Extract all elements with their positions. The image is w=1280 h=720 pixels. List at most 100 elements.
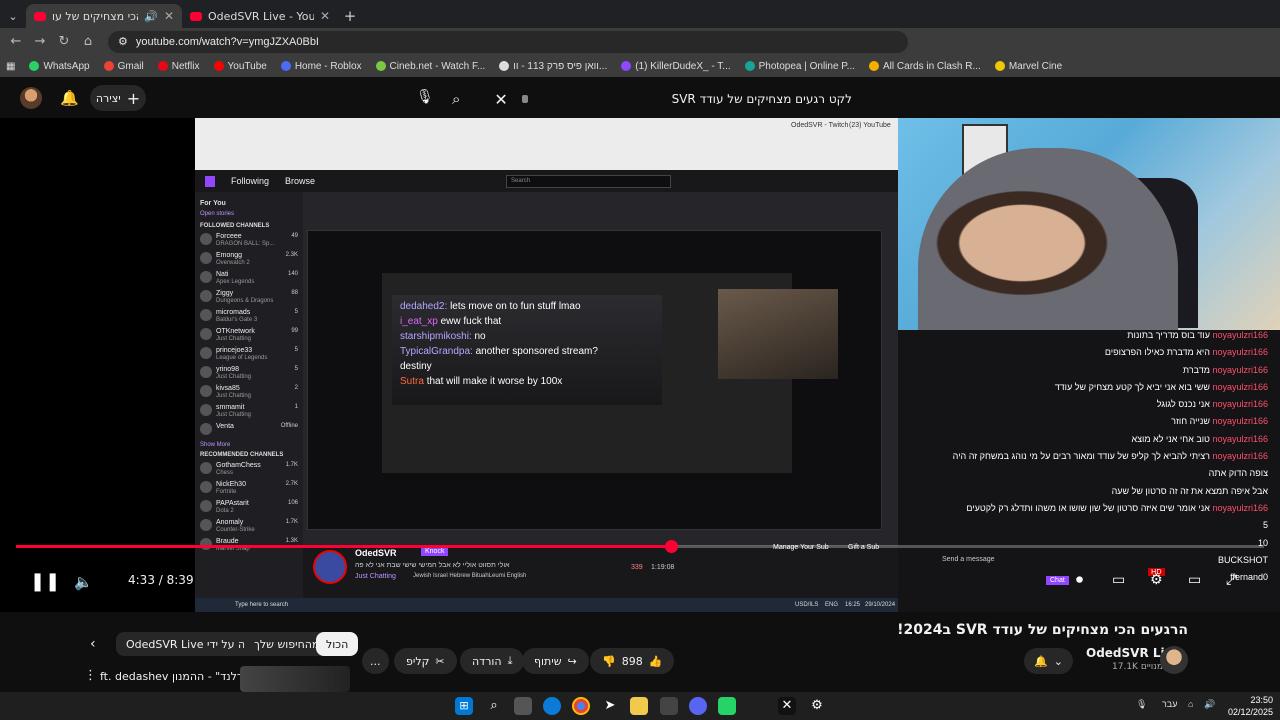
whatsapp-icon — [29, 61, 40, 71]
bookmark-photopea[interactable]: Photopea | Online P... — [744, 61, 855, 72]
inner-channel-viewers: 99 — [291, 328, 298, 334]
video-player[interactable]: OdedSVR - Twitch (23) YouTube Following … — [0, 118, 1280, 660]
system-clock[interactable]: 23:50 02/12/2025 — [1228, 694, 1273, 718]
bookmark-onepiece[interactable]: וואן פיס פרק 113 - וו... — [499, 61, 607, 72]
overlay-chat-text: BUCKSHOT — [1217, 554, 1268, 565]
input-language[interactable]: עבר — [1162, 699, 1177, 709]
chrome-icon[interactable] — [572, 697, 590, 715]
back-icon[interactable]: ← — [6, 34, 26, 49]
keyboard-icon[interactable] — [521, 95, 528, 103]
tray-network-icon[interactable]: ⌂ — [1188, 699, 1193, 709]
like-dislike-button[interactable]: 👎 898 👍 — [590, 648, 675, 674]
forward-icon[interactable]: → — [30, 34, 50, 49]
tray-mic-icon[interactable]: 🎙 — [1136, 699, 1147, 710]
speaker-icon[interactable]: 🔊 — [144, 10, 158, 23]
search-icon[interactable]: ⌕ — [452, 90, 460, 108]
bookmark-clashroyale[interactable]: All Cards in Clash R... — [869, 61, 981, 72]
address-bar[interactable]: ⚙ youtube.com/watch?v=ymgJZXA0BbI — [108, 30, 908, 53]
bookmark-gmail[interactable]: Gmail — [103, 61, 144, 72]
clear-search-icon[interactable]: ✕ — [494, 90, 507, 109]
share-button[interactable]: שיתוף ↪ — [522, 648, 589, 674]
tab-search-icon[interactable]: ⌄ — [0, 4, 26, 28]
fullscreen-icon[interactable]: ⤢ — [1226, 572, 1237, 588]
inner-search-box: Search — [506, 174, 672, 188]
bookmark-cineb[interactable]: Cineb.net - Watch F... — [375, 61, 485, 72]
new-tab-button[interactable]: + — [338, 4, 362, 28]
bookmark-killerdudex[interactable]: (1) KillerDudeX_ - T... — [621, 61, 731, 72]
search-query: לקט רגעים מצחיקים של עודד SVR — [671, 92, 852, 106]
clip-button[interactable]: קליפ ✂ — [394, 648, 457, 674]
tab-close-icon[interactable]: ✕ — [164, 9, 174, 23]
inner-chat-user: starshipmikoshi: — [400, 331, 472, 342]
account-avatar[interactable] — [20, 87, 42, 109]
inner-channel-info: Ziggy Dungeons & Dragons — [216, 290, 287, 304]
volume-icon[interactable]: 🔈 — [74, 573, 93, 591]
inner-channel-name: smmamit — [216, 404, 245, 411]
download-button[interactable]: הורדה ⤓ — [460, 648, 525, 674]
chips-scroll-left-icon[interactable]: ‹ — [90, 636, 96, 652]
windows-start-icon[interactable]: ⊞ — [455, 697, 473, 715]
bell-icon: 🔔 — [1034, 654, 1048, 668]
inner-channel-name: GothamChess — [216, 462, 261, 469]
edge-icon[interactable] — [543, 697, 561, 715]
taskbar-search-icon[interactable]: ⌕ — [485, 697, 503, 715]
bookmark-whatsapp[interactable]: WhatsApp — [29, 61, 90, 72]
telegram-icon[interactable]: ➤ — [601, 697, 619, 715]
chat-overlay: noyayulzri166 עוד בוס מדריך בתונות noyayu… — [898, 330, 1280, 660]
channel-avatar[interactable] — [1160, 646, 1188, 674]
subtitles-icon[interactable]: ▭ — [1112, 572, 1125, 588]
inner-channel-row: Anomaly Counter-Strike 1.7K — [200, 519, 298, 538]
browser-tab-active[interactable]: הרגעים הכי מצחיקים של עו 🔊 ✕ — [26, 4, 182, 28]
more-actions-button[interactable]: ... — [362, 648, 389, 674]
inner-channel-game: League of Legends — [216, 355, 268, 361]
current-time: 4:33 — [128, 573, 155, 587]
whatsapp-taskbar-icon[interactable] — [718, 697, 736, 715]
inner-channel-game: Counter-Strike — [216, 527, 255, 533]
rec-menu-icon[interactable]: ⋮ — [84, 668, 97, 683]
app-icon[interactable]: ⚙ — [808, 697, 826, 715]
dislike-icon[interactable]: 👎 — [602, 655, 616, 668]
bookmark-marvel[interactable]: Marvel Cine — [994, 61, 1062, 72]
capcut-icon[interactable]: ✕ — [778, 697, 796, 715]
reload-icon[interactable]: ↻ — [54, 34, 74, 49]
apps-grid-icon[interactable]: ▦ — [6, 61, 15, 72]
theater-mode-icon[interactable]: ▭ — [1188, 572, 1201, 588]
voice-search-icon[interactable]: 🎙 — [416, 89, 434, 105]
site-info-icon[interactable]: ⚙ — [118, 35, 128, 48]
subscription-bell-button[interactable]: 🔔 ⌄ — [1024, 648, 1073, 674]
video-title: הרגעים הכי מצחיקים של עודד SVR ב2024! — [897, 622, 1188, 638]
inner-main-area: dedahed2: lets move on to fun stuff lmao… — [303, 192, 898, 598]
search-input[interactable]: ⌕ ✕ לקט רגעים מצחיקים של עודד SVR — [452, 85, 852, 113]
steam-icon[interactable] — [660, 697, 678, 715]
inner-currency: USD/ILS — [795, 602, 819, 608]
file-explorer-icon[interactable] — [630, 697, 648, 715]
bookmark-youtube[interactable]: YouTube — [213, 60, 267, 72]
like-icon[interactable]: 👍 — [649, 655, 663, 668]
bookmark-roblox[interactable]: Home - Roblox — [280, 61, 362, 72]
chip-all[interactable]: הכול — [316, 632, 359, 656]
inner-tab-twitch: OdedSVR - Twitch — [791, 122, 849, 129]
tray-volume-icon[interactable]: 🔊 — [1204, 699, 1215, 710]
inner-chat-line: destiny — [400, 359, 654, 374]
settings-gear-icon[interactable]: ⚙ — [1150, 572, 1163, 588]
progress-bar[interactable] — [16, 540, 1264, 553]
bookmark-netflix[interactable]: Netflix — [157, 61, 200, 72]
marvel-icon — [994, 61, 1005, 71]
inner-channel-info: smmamit Just Chatting — [216, 404, 291, 418]
progress-scrubber[interactable] — [664, 540, 678, 553]
tab-title: הרגעים הכי מצחיקים של עו — [52, 9, 138, 23]
browser-tab[interactable]: OdedSVR Live - YouTube ✕ — [182, 4, 338, 28]
discord-icon[interactable] — [689, 697, 707, 715]
tab-close-icon[interactable]: ✕ — [320, 9, 330, 23]
plus-icon: + — [126, 88, 141, 108]
notifications-bell-icon[interactable]: 🔔 — [60, 89, 79, 107]
task-view-icon[interactable] — [514, 697, 532, 715]
pause-icon[interactable]: ❚❚ — [30, 571, 60, 592]
recommended-thumbnail[interactable] — [240, 666, 350, 692]
youtube-favicon-icon — [34, 11, 46, 21]
bookmark-label: YouTube — [227, 60, 267, 72]
autoplay-toggle-icon[interactable]: ⏺ — [1076, 572, 1083, 588]
inner-channel-info: Nati Apex Legends — [216, 271, 284, 285]
create-button[interactable]: יצירה + — [90, 85, 146, 111]
home-icon[interactable]: ⌂ — [78, 34, 98, 49]
